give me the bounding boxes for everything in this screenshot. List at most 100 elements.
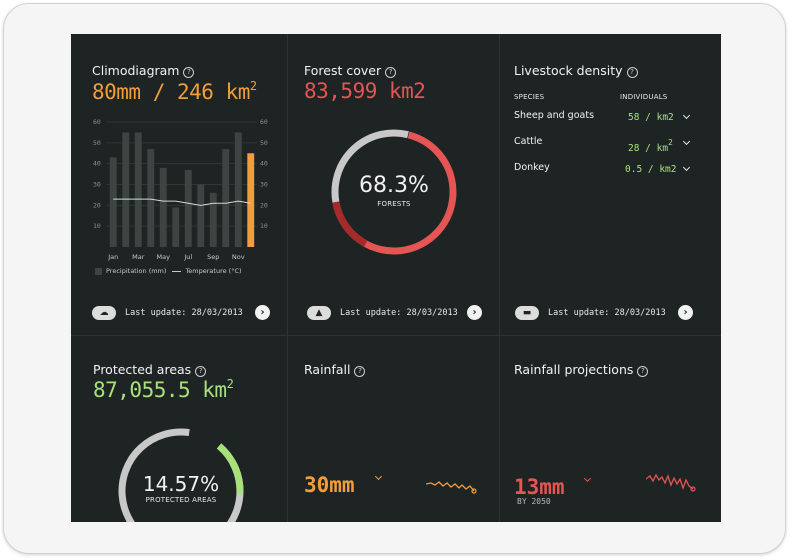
left-axis-tick: 60 [93,118,101,126]
divider [287,34,288,522]
last-update-label: Last update: 28/03/2013 [125,308,243,318]
help-icon[interactable]: ? [637,366,649,377]
species-name: Donkey [514,162,550,173]
protected-value-text: 87,055.5 km [93,378,227,402]
precip-bar [109,157,117,247]
right-axis-tick: 40 [260,160,268,168]
chevron-down-icon[interactable] [682,111,691,120]
protected-sublabel: PROTECTED AREAS [145,496,217,504]
rainfall-title-text: Rainfall [304,362,351,377]
month-tick: May [157,253,171,261]
climodiagram-footer: ☁ Last update: 28/03/2013 [92,305,243,321]
species-value: 28 / km2 [628,138,673,154]
species-value-sup: 2 [668,138,673,147]
divider [499,34,500,522]
rainfall-projections-note: BY 2050 [517,497,551,506]
livestock-footer: ▬ Last update: 28/03/2013 [515,305,666,321]
right-axis-tick: 60 [260,118,268,126]
precip-bar [147,149,155,247]
rainfall-title: Rainfall? [304,362,366,377]
temp-swatch [172,270,182,272]
forest-ring-accent [332,201,368,247]
right-axis-tick: 30 [260,181,268,189]
livestock-next-button[interactable]: › [678,305,693,320]
forest-cover-next-button[interactable]: › [467,305,482,320]
chevron-down-icon[interactable] [583,474,592,483]
month-tick: Jul [183,253,192,261]
month-tick: Jan [107,253,118,261]
precip-bar [209,192,217,247]
forest-icon: ▲ [307,306,331,320]
chevron-down-icon[interactable] [374,472,383,481]
temperature-line [113,198,251,206]
forest-cover-title-text: Forest cover [304,63,382,78]
forest-cover-footer: ▲ Last update: 28/03/2013 [307,305,458,321]
left-axis-tick: 30 [93,181,101,189]
climodiagram-value-sup: 2 [249,79,257,93]
right-axis-tick: 20 [260,201,268,209]
left-axis-tick: 50 [93,139,101,147]
last-update-label: Last update: 28/03/2013 [548,308,666,318]
precip-bar [134,132,142,247]
month-tick: Nov [232,253,245,261]
protected-value-sup: 2 [226,377,234,391]
legend-temp-label: Temperature (°C) [185,267,242,275]
weather-icon: ☁ [92,306,116,320]
help-icon[interactable]: ? [626,67,638,78]
help-icon[interactable]: ? [354,366,366,377]
chevron-down-icon[interactable] [682,137,691,146]
precip-bar [197,184,205,247]
legend-precip-label: Precipitation (mm) [106,267,167,275]
livestock-title-text: Livestock density [514,63,623,78]
precip-swatch [95,267,102,275]
precip-bar [247,153,255,247]
rainfall-projections-sparkline [646,473,696,492]
forest-sublabel: FORESTS [377,200,411,208]
rainfall-value: 30mm [304,473,355,497]
precip-bar [222,149,230,247]
precip-bar [172,207,180,247]
rainfall-sparkline [426,481,477,494]
protected-title-text: Protected areas [93,362,192,377]
precip-bar [184,169,192,247]
climodiagram-title: Climodiagram? [92,63,195,78]
help-icon[interactable]: ? [183,67,195,78]
right-axis-tick: 50 [260,139,268,147]
climodiagram-next-button[interactable]: › [255,305,270,320]
precip-bar [159,167,167,247]
species-value-text: 28 / km [628,143,669,154]
protected-value: 87,055.5 km2 [93,377,234,402]
livestock-title: Livestock density? [514,63,638,78]
climodiagram-value-text: 80mm / 246 km [92,80,250,104]
individuals-column-header: INDIVIDUALS [620,93,668,101]
protected-percent: 14.57% [142,472,220,496]
divider [71,335,721,336]
help-icon[interactable]: ? [385,67,397,78]
protected-title: Protected areas? [93,362,207,377]
climodiagram-value: 80mm / 246 km2 [92,79,257,104]
forest-percent: 68.3% [359,173,429,198]
rainfall-projections-title: Rainfall projections? [514,362,649,377]
livestock-icon: ▬ [515,306,539,320]
chevron-down-icon[interactable] [682,163,691,172]
month-tick: Sep [207,253,219,261]
left-axis-tick: 40 [93,160,101,168]
help-icon[interactable]: ? [195,366,207,377]
climodiagram-legend: Precipitation (mm) Temperature (°C) [95,267,242,275]
species-value: 58 / km2 [628,112,674,123]
species-name: Sheep and goats [514,110,595,121]
precip-bar [122,132,130,247]
last-update-label: Last update: 28/03/2013 [340,308,458,318]
forest-cover-title: Forest cover? [304,63,397,78]
forest-cover-value: 83,599 km2 [304,79,426,103]
species-value: 0.5 / km2 [625,164,677,175]
precip-bar [234,132,242,247]
climodiagram-title-text: Climodiagram [92,63,180,78]
species-name: Cattle [514,136,543,147]
climodiagram-chart: 60 50 40 30 20 10 60 50 40 30 20 10 Jan Mar May Jul Sep N… [93,118,268,261]
left-axis-tick: 20 [93,201,101,209]
left-axis-tick: 10 [93,222,101,230]
rainfall-projections-title-text: Rainfall projections [514,362,634,377]
rainfall-projections-value: 13mm [514,475,565,499]
right-axis-tick: 10 [260,222,268,230]
